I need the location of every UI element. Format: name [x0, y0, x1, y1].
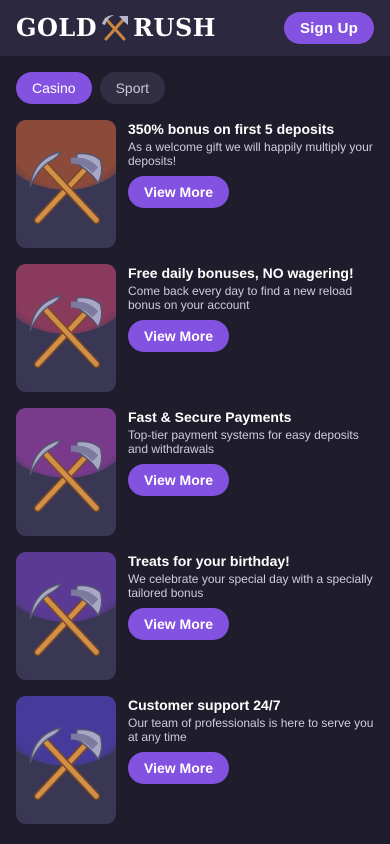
logo-text-right: RUSH: [133, 13, 216, 42]
promo-card: Fast & Secure Payments Top-tier payment …: [16, 408, 374, 536]
promo-card: Treats for your birthday! We celebrate y…: [16, 552, 374, 680]
promo-title: Free daily bonuses, NO wagering!: [128, 265, 354, 281]
tab-sport[interactable]: Sport: [99, 72, 166, 104]
promo-title: Customer support 24/7: [128, 697, 281, 713]
tab-casino[interactable]: Casino: [16, 72, 92, 104]
promo-info: Treats for your birthday! We celebrate y…: [128, 552, 374, 680]
pickaxes-icon: [29, 582, 103, 657]
top-bar: GOLD RUSH Sign Up: [0, 0, 390, 56]
pickaxes-icon: [29, 726, 103, 801]
promo-description: As a welcome gift we will happily multip…: [128, 140, 373, 168]
promo-thumbnail: [16, 696, 116, 824]
view-more-button[interactable]: View More: [128, 608, 229, 640]
pickaxes-icon: [29, 438, 103, 513]
view-more-button[interactable]: View More: [128, 464, 229, 496]
view-more-button[interactable]: View More: [128, 752, 229, 784]
promo-card: 350% bonus on first 5 deposits As a welc…: [16, 120, 374, 248]
promo-thumbnail: [16, 552, 116, 680]
sign-up-button[interactable]: Sign Up: [283, 12, 374, 44]
promo-title: 350% bonus on first 5 deposits: [128, 121, 335, 137]
promo-list: 350% bonus on first 5 deposits As a welc…: [0, 104, 390, 824]
promo-description: Top-tier payment systems for easy deposi…: [128, 428, 359, 456]
pickaxes-icon: [29, 150, 103, 225]
promo-description: Our team of professionals is here to ser…: [128, 716, 374, 744]
promo-thumbnail: [16, 120, 116, 248]
promo-thumbnail: [16, 264, 116, 392]
promo-description: Come back every day to find a new reload…: [128, 284, 353, 312]
logo-text-left: GOLD: [16, 13, 98, 42]
promo-card: Customer support 24/7 Our team of profes…: [16, 696, 374, 824]
view-more-button[interactable]: View More: [128, 176, 229, 208]
promo-info: Fast & Secure Payments Top-tier payment …: [128, 408, 374, 536]
pickaxe-logo-icon: [102, 15, 129, 41]
promo-description: We celebrate your special day with a spe…: [128, 572, 373, 600]
promo-info: 350% bonus on first 5 deposits As a welc…: [128, 120, 374, 248]
promo-info: Free daily bonuses, NO wagering! Come ba…: [128, 264, 374, 392]
promo-card: Free daily bonuses, NO wagering! Come ba…: [16, 264, 374, 392]
promo-thumbnail: [16, 408, 116, 536]
promo-title: Treats for your birthday!: [128, 553, 290, 569]
promo-title: Fast & Secure Payments: [128, 409, 292, 425]
logo[interactable]: GOLD RUSH: [16, 12, 216, 44]
promo-info: Customer support 24/7 Our team of profes…: [128, 696, 374, 824]
pickaxes-icon: [29, 294, 103, 369]
view-more-button[interactable]: View More: [128, 320, 229, 352]
category-tabs: Casino Sport: [0, 56, 390, 104]
